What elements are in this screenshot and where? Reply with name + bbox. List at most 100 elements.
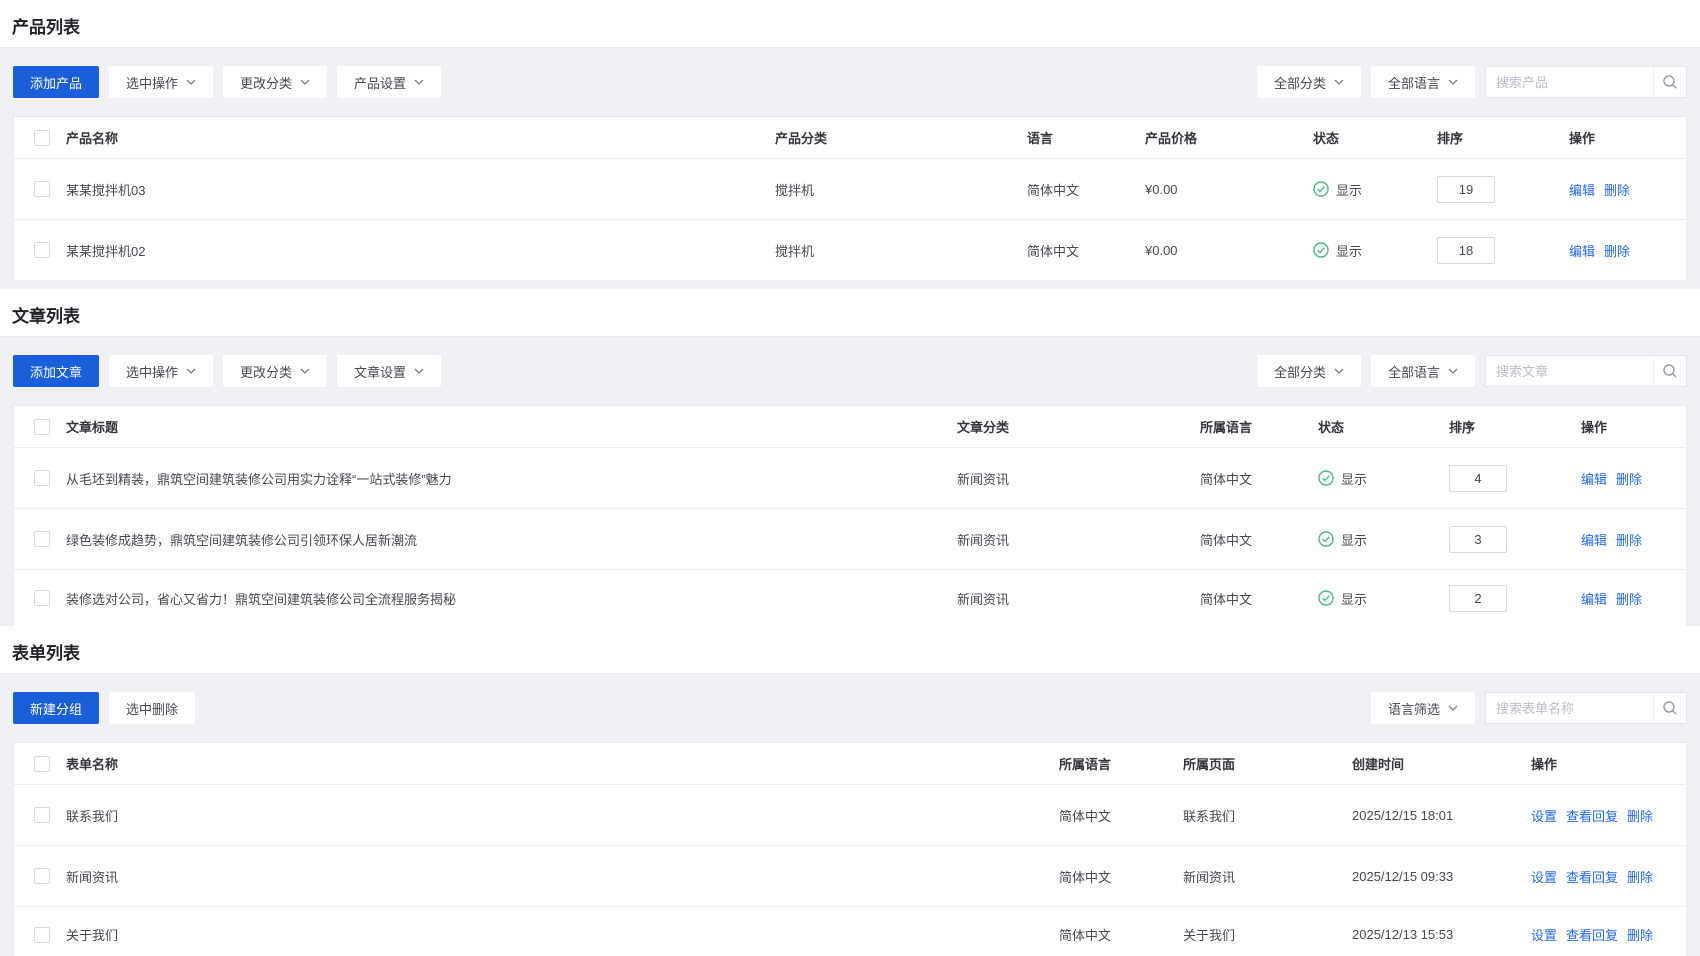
article-settings-dropdown[interactable]: 文章设置 (337, 355, 441, 387)
edit-link[interactable]: 编辑 (1581, 589, 1607, 608)
form-language: 简体中文 (1059, 925, 1183, 944)
check-circle-icon (1318, 531, 1334, 547)
row-checkbox[interactable] (34, 242, 50, 258)
view-replies-link[interactable]: 查看回复 (1566, 925, 1618, 944)
edit-link[interactable]: 编辑 (1569, 180, 1595, 199)
filter-category-dropdown[interactable]: 全部分类 (1257, 355, 1361, 387)
filter-language-dropdown[interactable]: 语言筛选 (1371, 692, 1475, 724)
row-checkbox[interactable] (34, 927, 50, 943)
column-header: 文章标题 (66, 417, 957, 436)
delete-link[interactable]: 删除 (1627, 867, 1653, 886)
delete-link[interactable]: 删除 (1616, 589, 1642, 608)
edit-link[interactable]: 编辑 (1569, 241, 1595, 260)
sort-input[interactable] (1449, 526, 1507, 553)
product-name: 某某搅拌机03 (66, 180, 775, 199)
filter-language-dropdown[interactable]: 全部语言 (1371, 355, 1475, 387)
form-created-time: 2025/12/15 18:01 (1352, 808, 1531, 823)
select-all-checkbox[interactable] (34, 419, 50, 435)
status-label: 显示 (1336, 241, 1362, 260)
article-category: 新闻资讯 (957, 469, 1200, 488)
product-settings-dropdown[interactable]: 产品设置 (337, 66, 441, 98)
row-checkbox[interactable] (34, 470, 50, 486)
column-header: 排序 (1437, 128, 1569, 147)
change-category-dropdown[interactable]: 更改分类 (223, 66, 327, 98)
product-price: ¥0.00 (1145, 243, 1313, 258)
products-section-title: 产品列表 (0, 0, 1700, 47)
column-header: 所属语言 (1059, 754, 1183, 773)
column-header: 语言 (1027, 128, 1145, 147)
edit-link[interactable]: 编辑 (1581, 469, 1607, 488)
dropdown-label: 选中操作 (126, 362, 178, 381)
article-language: 简体中文 (1200, 530, 1318, 549)
check-circle-icon (1313, 242, 1329, 258)
form-page: 联系我们 (1183, 806, 1352, 825)
view-replies-link[interactable]: 查看回复 (1566, 806, 1618, 825)
table-row: 某某搅拌机03 搅拌机 简体中文 ¥0.00 显示 编辑 删除 (14, 159, 1686, 220)
form-page: 新闻资讯 (1183, 867, 1352, 886)
row-checkbox[interactable] (34, 181, 50, 197)
form-search (1485, 692, 1687, 724)
row-checkbox[interactable] (34, 868, 50, 884)
delete-link[interactable]: 删除 (1616, 530, 1642, 549)
column-header: 创建时间 (1352, 754, 1531, 773)
delete-link[interactable]: 删除 (1627, 925, 1653, 944)
delete-link[interactable]: 删除 (1604, 241, 1630, 260)
selected-action-dropdown[interactable]: 选中操作 (109, 66, 213, 98)
form-name: 新闻资讯 (66, 867, 1059, 886)
table-row: 装修选对公司，省心又省力！鼎筑空间建筑装修公司全流程服务揭秘 新闻资讯 简体中文… (14, 570, 1686, 626)
edit-link[interactable]: 编辑 (1581, 530, 1607, 549)
article-language: 简体中文 (1200, 469, 1318, 488)
products-table: 产品名称 产品分类 语言 产品价格 状态 排序 操作 某某搅拌机03 搅拌机 简… (13, 116, 1687, 281)
column-header: 排序 (1449, 417, 1581, 436)
change-category-dropdown[interactable]: 更改分类 (223, 355, 327, 387)
articles-section: 文章列表 添加文章 选中操作 更改分类 文章设置 全部分类 全部语言 (0, 289, 1700, 626)
form-search-input[interactable] (1485, 692, 1653, 724)
product-search-button[interactable] (1653, 66, 1687, 98)
sort-input[interactable] (1449, 585, 1507, 612)
row-checkbox[interactable] (34, 531, 50, 547)
status-label: 显示 (1336, 180, 1362, 199)
product-search-input[interactable] (1485, 66, 1653, 98)
new-group-button[interactable]: 新建分组 (13, 692, 99, 724)
delete-selected-button[interactable]: 选中删除 (109, 692, 195, 724)
column-header: 操作 (1531, 754, 1666, 773)
sort-input[interactable] (1449, 465, 1507, 492)
delete-link[interactable]: 删除 (1627, 806, 1653, 825)
check-circle-icon (1318, 470, 1334, 486)
column-header: 所属语言 (1200, 417, 1318, 436)
product-price: ¥0.00 (1145, 182, 1313, 197)
settings-link[interactable]: 设置 (1531, 806, 1557, 825)
forms-section: 表单列表 新建分组 选中删除 语言筛选 表单名称 所属语言 所属页面 (0, 626, 1700, 956)
sort-input[interactable] (1437, 176, 1495, 203)
filter-language-dropdown[interactable]: 全部语言 (1371, 66, 1475, 98)
chevron-down-icon (1334, 368, 1344, 374)
product-name: 某某搅拌机02 (66, 241, 775, 260)
row-checkbox[interactable] (34, 590, 50, 606)
select-all-checkbox[interactable] (34, 756, 50, 772)
view-replies-link[interactable]: 查看回复 (1566, 867, 1618, 886)
chevron-down-icon (300, 368, 310, 374)
delete-link[interactable]: 删除 (1604, 180, 1630, 199)
selected-action-dropdown[interactable]: 选中操作 (109, 355, 213, 387)
add-article-button[interactable]: 添加文章 (13, 355, 99, 387)
article-search-input[interactable] (1485, 355, 1653, 387)
status-label: 显示 (1341, 469, 1367, 488)
sort-input[interactable] (1437, 237, 1495, 264)
articles-table-header: 文章标题 文章分类 所属语言 状态 排序 操作 (14, 406, 1686, 448)
dropdown-label: 全部语言 (1388, 362, 1440, 381)
form-search-button[interactable] (1653, 692, 1687, 724)
settings-link[interactable]: 设置 (1531, 867, 1557, 886)
search-icon (1662, 363, 1678, 379)
article-category: 新闻资讯 (957, 530, 1200, 549)
select-all-checkbox[interactable] (34, 130, 50, 146)
row-checkbox[interactable] (34, 807, 50, 823)
dropdown-label: 语言筛选 (1388, 699, 1440, 718)
article-title: 从毛坯到精装，鼎筑空间建筑装修公司用实力诠释“一站式装修”魅力 (66, 469, 957, 488)
article-language: 简体中文 (1200, 589, 1318, 608)
settings-link[interactable]: 设置 (1531, 925, 1557, 944)
delete-link[interactable]: 删除 (1616, 469, 1642, 488)
form-created-time: 2025/12/15 09:33 (1352, 869, 1531, 884)
add-product-button[interactable]: 添加产品 (13, 66, 99, 98)
filter-category-dropdown[interactable]: 全部分类 (1257, 66, 1361, 98)
article-search-button[interactable] (1653, 355, 1687, 387)
